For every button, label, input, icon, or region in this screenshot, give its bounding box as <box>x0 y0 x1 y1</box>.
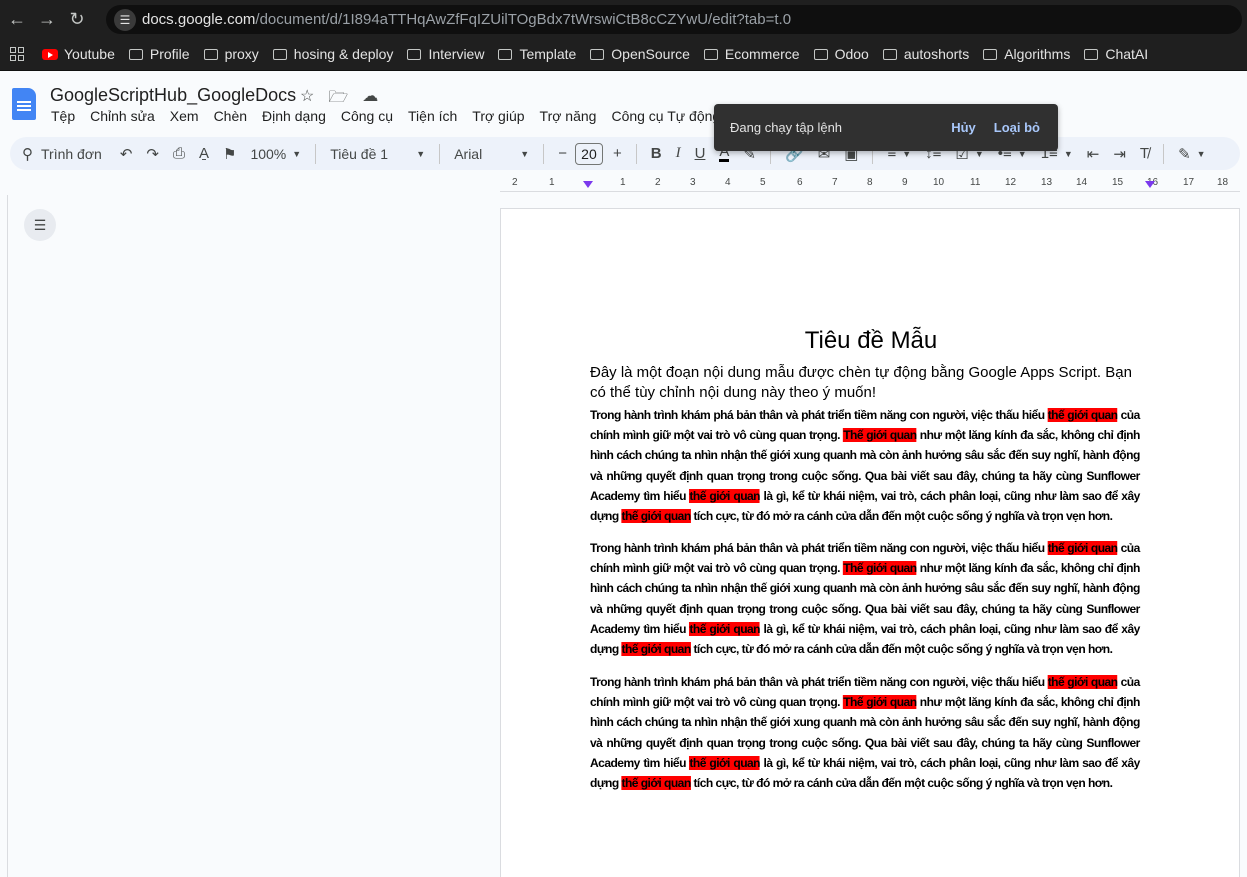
outline-list-icon: ☰ <box>33 216 47 233</box>
decrease-font-size-button[interactable]: − <box>558 145 567 162</box>
italic-button[interactable]: I <box>676 145 681 162</box>
bookmark-template[interactable]: Template <box>498 46 576 62</box>
decrease-indent-icon[interactable]: ⇤ <box>1087 145 1100 163</box>
url-path: /document/d/1I894aTTHqAwZfFqIZUilTOgBdx7… <box>255 11 792 28</box>
folder-icon <box>703 48 718 60</box>
zoom-select[interactable]: 100% ▼ <box>250 146 301 162</box>
document-outline-button[interactable]: ☰ <box>24 209 56 241</box>
paint-format-icon[interactable]: ⚑ <box>223 145 236 163</box>
vertical-ruler <box>0 195 8 877</box>
increase-font-size-button[interactable]: + <box>613 145 622 162</box>
highlighted-term: Thế giới quan <box>843 695 917 710</box>
bookmark-chatai[interactable]: ChatAI <box>1084 46 1148 62</box>
highlighted-term: thế giới quan <box>689 488 761 503</box>
folder-icon <box>813 48 828 60</box>
bookmark-youtube[interactable]: Youtube <box>42 46 115 62</box>
highlighted-term: thế giới quan <box>1047 541 1118 555</box>
clear-formatting-icon[interactable]: T̸ <box>1140 145 1149 162</box>
document-page[interactable]: Tiêu đề Mẫu Đây là một đoạn nội dung mẫu… <box>500 208 1240 877</box>
body-paragraph[interactable]: Trong hành trình khám phá bản thân và ph… <box>590 672 1140 793</box>
browser-toolbar: ← → ↻ ☰ docs.google.com/document/d/1I894… <box>0 0 1247 38</box>
highlighted-term: Thế giới quan <box>843 428 917 443</box>
apps-grid-icon[interactable] <box>10 47 24 61</box>
font-select[interactable]: Arial ▼ <box>454 146 529 162</box>
menu-help[interactable]: Trợ giúp <box>472 108 524 124</box>
chevron-down-icon: ▼ <box>520 148 530 159</box>
style-select[interactable]: Tiêu đề 1 ▼ <box>330 146 425 162</box>
bookmark-ecommerce[interactable]: Ecommerce <box>703 46 800 62</box>
back-icon[interactable]: ← <box>2 4 32 34</box>
toast-dismiss-button[interactable]: Loại bỏ <box>994 120 1040 135</box>
folder-icon <box>983 48 998 60</box>
menu-insert[interactable]: Chèn <box>214 108 247 124</box>
menu-edit[interactable]: Chỉnh sửa <box>90 108 155 124</box>
url-host: docs.google.com <box>142 11 256 28</box>
menu-format[interactable]: Định dạng <box>262 108 326 124</box>
document-title[interactable]: GoogleScriptHub_GoogleDocs <box>50 85 296 106</box>
search-icon: ⚲ <box>22 145 33 163</box>
body-paragraph[interactable]: Trong hành trình khám phá bản thân và ph… <box>590 538 1140 659</box>
bookmarks-bar: Youtube Profile proxy hosing & deploy In… <box>0 38 1247 71</box>
highlighted-term: Thế giới quan <box>843 561 917 576</box>
increase-indent-icon[interactable]: ⇥ <box>1113 145 1126 163</box>
chevron-down-icon: ▼ <box>416 148 426 159</box>
menu-bar: Tệp Chỉnh sửa Xem Chèn Định dạng Công cụ… <box>51 108 735 124</box>
bookmark-hosing-deploy[interactable]: hosing & deploy <box>272 46 393 62</box>
menu-search[interactable]: ⚲ Trình đơn <box>22 145 102 163</box>
left-indent-marker[interactable] <box>583 181 593 188</box>
bookmark-opensource[interactable]: OpenSource <box>590 46 690 62</box>
docs-header: GoogleScriptHub_GoogleDocs ☆ 🗁 ☁ Tệp Chỉ… <box>0 72 1247 132</box>
bookmark-autoshorts[interactable]: autoshorts <box>882 46 969 62</box>
folder-icon <box>272 48 287 60</box>
redo-icon[interactable]: ↷ <box>146 145 159 163</box>
highlighted-term: thế giới quan <box>621 509 691 524</box>
spellcheck-icon[interactable]: A̱ <box>199 145 209 162</box>
intro-paragraph[interactable]: Đây là một đoạn nội dung mẫu được chèn t… <box>590 363 1151 403</box>
body-paragraph[interactable]: Trong hành trình khám phá bản thân và ph… <box>590 405 1140 526</box>
highlighted-term: thế giới quan <box>621 642 691 657</box>
site-info-icon[interactable]: ☰ <box>114 8 136 31</box>
toast-message: Đang chạy tập lệnh <box>730 120 843 135</box>
menu-view[interactable]: Xem <box>170 108 199 124</box>
menu-extensions[interactable]: Tiện ích <box>408 108 457 124</box>
bookmark-odoo[interactable]: Odoo <box>813 46 869 62</box>
reload-icon[interactable]: ↻ <box>62 4 92 34</box>
folder-icon <box>882 48 897 60</box>
document-heading[interactable]: Tiêu đề Mẫu <box>501 327 1241 355</box>
folder-icon <box>590 48 605 60</box>
highlighted-term: thế giới quan <box>1047 408 1118 422</box>
address-bar[interactable]: ☰ docs.google.com/document/d/1I894aTTHqA… <box>106 5 1242 34</box>
folder-icon <box>1084 48 1099 60</box>
print-icon[interactable]: ⎙ <box>173 145 185 162</box>
docs-logo-icon[interactable] <box>12 88 36 120</box>
youtube-icon <box>42 48 58 60</box>
undo-icon[interactable]: ↶ <box>120 145 133 163</box>
menu-tools[interactable]: Công cụ <box>341 108 393 124</box>
menu-automation-tools[interactable]: Công cụ Tự động <box>611 108 720 124</box>
highlighted-term: thế giới quan <box>621 776 691 791</box>
folder-icon <box>498 48 513 60</box>
font-size-input[interactable]: 20 <box>574 142 603 165</box>
toast-cancel-button[interactable]: Hủy <box>951 120 976 135</box>
folder-icon <box>128 48 143 60</box>
bold-button[interactable]: B <box>651 145 662 162</box>
chevron-down-icon: ▼ <box>292 148 302 159</box>
horizontal-ruler: 2 1 1 2 3 4 5 6 7 8 9 10 11 12 13 14 15 … <box>500 176 1240 192</box>
highlighted-term: thế giới quan <box>689 755 761 770</box>
bookmark-proxy[interactable]: proxy <box>203 46 259 62</box>
script-running-toast: Đang chạy tập lệnh Hủy Loại bỏ <box>714 104 1058 151</box>
menu-file[interactable]: Tệp <box>51 108 75 124</box>
bookmark-interview[interactable]: Interview <box>407 46 484 62</box>
forward-icon[interactable]: → <box>32 4 62 34</box>
bookmark-algorithms[interactable]: Algorithms <box>983 46 1070 62</box>
bookmark-profile[interactable]: Profile <box>128 46 190 62</box>
folder-icon <box>203 48 218 60</box>
folder-icon <box>407 48 422 60</box>
editing-mode-icon[interactable]: ✎ ▼ <box>1178 145 1206 163</box>
menu-accessibility[interactable]: Trợ năng <box>540 108 597 124</box>
right-indent-marker[interactable] <box>1145 181 1155 188</box>
underline-button[interactable]: U <box>695 145 706 162</box>
highlighted-term: thế giới quan <box>1047 675 1118 689</box>
highlighted-term: thế giới quan <box>689 621 761 636</box>
